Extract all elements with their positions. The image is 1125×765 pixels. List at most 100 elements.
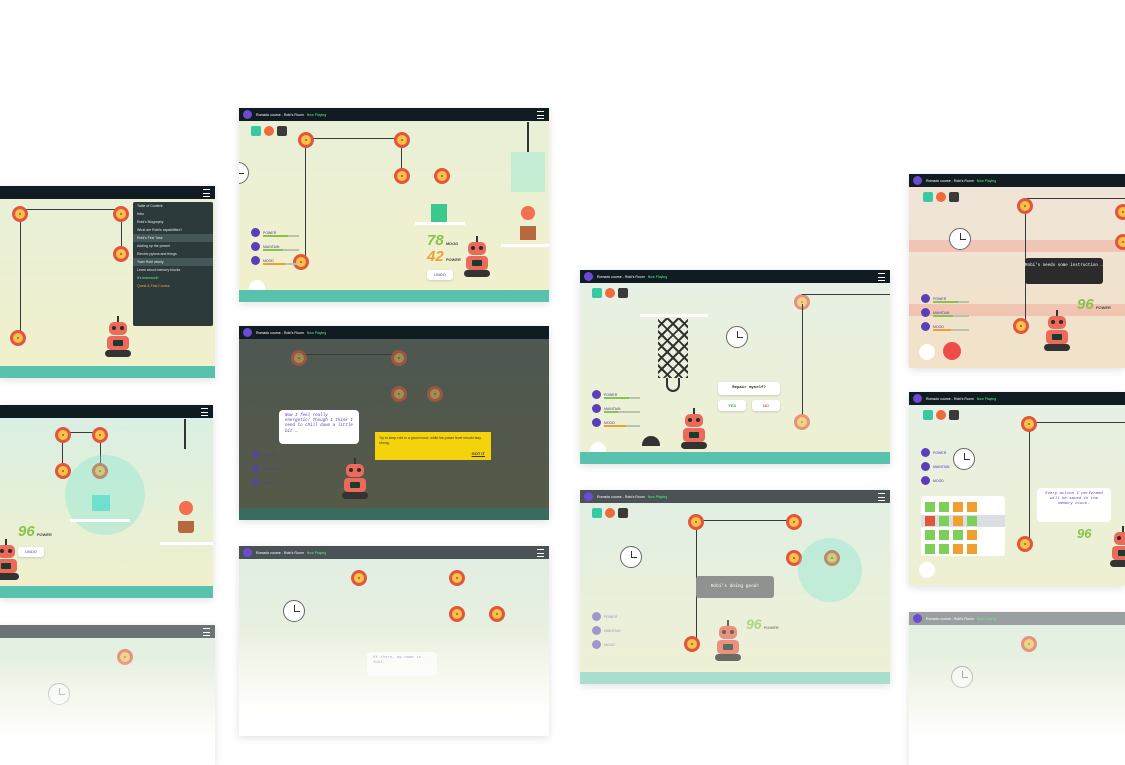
pulley-wheel[interactable] [794,414,810,430]
toc-item[interactable]: Electric pylons and things [133,250,213,258]
home-tool-icon[interactable] [277,126,287,136]
toc-item[interactable]: Robi's First Task [133,234,213,242]
gear-tool-icon[interactable] [936,192,946,202]
repair-question: Repair myself? [718,382,780,395]
robi-robot[interactable] [714,620,742,662]
menu-icon[interactable] [203,189,210,197]
pulley-wheel[interactable] [1017,198,1033,214]
robi-robot[interactable] [341,458,369,500]
pulley-wheel[interactable] [391,350,407,366]
pulley-wheel[interactable] [113,246,129,262]
pulley-wheel[interactable] [113,206,129,222]
undo-button[interactable]: UNDO [427,270,453,280]
home-tool-icon[interactable] [618,508,628,518]
toc-item[interactable]: Adding up the power! [133,242,213,250]
pulley-wheel[interactable] [12,206,28,222]
scissor-lift-arm [658,318,688,378]
toc-item[interactable]: Learn about memory blocks [133,266,213,274]
mood-stat: MOOD [592,418,640,427]
home-tool-icon[interactable] [618,288,628,298]
lamp-icon [184,419,186,449]
robi-robot[interactable] [1109,526,1125,568]
toc-item[interactable]: It's teamwork! [133,274,213,282]
toc-item[interactable]: What are Robi's capabilities? [133,226,213,234]
clock-icon [953,448,975,470]
record-button[interactable] [943,342,961,360]
toc-item[interactable]: Train Robi wisely [133,258,213,266]
pulley-wheel[interactable] [1021,636,1037,652]
power-icon [921,448,930,457]
pulley-wheel[interactable] [298,132,314,148]
rope [1029,422,1125,423]
battery-tool-icon[interactable] [923,192,933,202]
pulley-wheel[interactable] [786,514,802,530]
robi-robot[interactable] [104,316,132,358]
undo-button[interactable]: UNDO [18,547,44,557]
now-playing-label: Now Playing [306,550,327,555]
pulley-wheel[interactable] [92,427,108,443]
pulley-wheel[interactable] [1115,204,1125,220]
battery-tool-icon[interactable] [592,508,602,518]
course-title: Romado course - Robi's Room [926,396,974,401]
screen-power-96: 96 POWER UNDO [0,405,213,598]
yes-button[interactable]: YES [718,400,746,411]
heart-icon [921,476,930,485]
pulley-wheel[interactable] [1013,318,1029,334]
menu-icon[interactable] [203,628,210,636]
pulley-wheel[interactable] [684,636,700,652]
robi-robot[interactable] [0,539,20,581]
pulley-wheel[interactable] [55,427,71,443]
battery-tool-icon[interactable] [923,410,933,420]
pulley-wheel[interactable] [434,168,450,184]
pulley-wheel[interactable] [688,514,704,530]
pulley-wheel[interactable] [1017,536,1033,552]
course-title: Romado course - Robi's Room [256,112,304,117]
menu-icon[interactable] [878,273,885,281]
pulley-wheel[interactable] [394,132,410,148]
pulley-wheel[interactable] [351,570,367,586]
menu-icon[interactable] [537,111,544,119]
pulley-wheel[interactable] [1021,416,1037,432]
toc-item[interactable]: Table of Content [133,202,213,210]
pulley-wheel[interactable] [394,168,410,184]
robi-robot[interactable] [463,236,491,278]
pulley-wheel[interactable] [293,254,309,270]
menu-icon[interactable] [201,408,208,416]
pulley-wheel[interactable] [449,570,465,586]
pulley-wheel[interactable] [449,606,465,622]
pulley-wheel[interactable] [391,386,407,402]
menu-icon[interactable] [537,549,544,557]
memory-row [925,516,989,526]
no-button[interactable]: NO [752,400,780,411]
battery-tool-icon[interactable] [251,126,261,136]
gear-tool-icon[interactable] [936,410,946,420]
robi-robot[interactable] [1043,310,1071,352]
pulley-wheel[interactable] [489,606,505,622]
robi-robot[interactable] [680,408,708,450]
now-playing-label: Now Playing [647,494,668,499]
top-bar [0,625,215,638]
pulley-wheel[interactable] [10,330,26,346]
menu-icon[interactable] [878,493,885,501]
pulley-wheel[interactable] [1115,234,1125,250]
top-bar [0,405,213,418]
heart-icon [592,418,601,427]
app-logo-icon [913,176,922,185]
tip-text: Try to keep robi in a good mood, while h… [379,436,482,445]
battery-tool-icon[interactable] [592,288,602,298]
fade-overlay [909,655,1125,765]
pulley-wheel[interactable] [427,386,443,402]
robot-avatar-button[interactable] [919,344,935,360]
robot-avatar-button[interactable] [919,562,935,578]
gear-tool-icon[interactable] [605,508,615,518]
home-tool-icon[interactable] [949,410,959,420]
got-it-button[interactable]: GOT IT [472,451,485,456]
toc-item[interactable]: Intro [133,210,213,218]
now-playing-label: Now Playing [976,178,997,183]
pulley-wheel[interactable] [291,350,307,366]
home-tool-icon[interactable] [949,192,959,202]
toc-item[interactable]: Robi's Biography [133,218,213,226]
gear-tool-icon[interactable] [605,288,615,298]
gear-tool-icon[interactable] [264,126,274,136]
toc-item[interactable]: Quest & Fast Course [133,282,213,290]
